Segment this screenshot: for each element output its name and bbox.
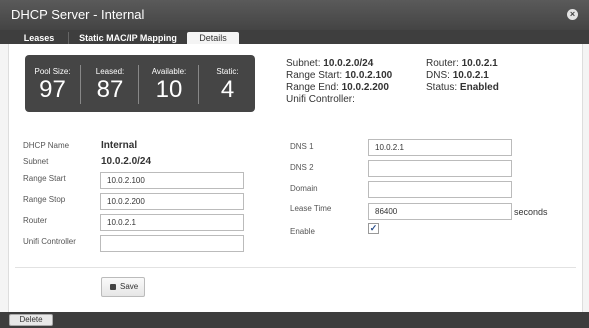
tab-leases[interactable]: Leases	[11, 32, 67, 44]
domain-label: Domain	[290, 184, 318, 193]
summary-value: 10.0.2.0/24	[323, 58, 374, 69]
summary-label: DNS:	[426, 70, 450, 81]
range-stop-input[interactable]	[100, 193, 244, 210]
close-icon[interactable]: ×	[567, 9, 578, 20]
dns2-label: DNS 2	[290, 163, 314, 172]
dhcp-name-label: DHCP Name	[23, 141, 70, 150]
range-start-label: Range Start	[23, 174, 66, 183]
unifi-controller-input[interactable]	[100, 235, 244, 252]
summary-value: 10.0.2.1	[452, 70, 489, 81]
window-title: DHCP Server - Internal	[11, 7, 145, 22]
dns1-label: DNS 1	[290, 142, 314, 151]
summary-left: Subnet: 10.0.2.0/24 Range Start: 10.0.2.…	[286, 58, 392, 106]
enable-label: Enable	[290, 227, 315, 236]
lease-time-unit: seconds	[514, 207, 548, 217]
summary-value: 10.0.2.200	[341, 82, 389, 93]
save-button-label: Save	[120, 282, 139, 291]
stat-static: Static: 4	[198, 65, 256, 104]
stat-label: Static:	[216, 67, 239, 76]
summary-router: Router: 10.0.2.1	[426, 58, 499, 70]
details-panel: Pool Size: 97 Leased: 87 Available: 10 S…	[8, 44, 583, 312]
stat-value: 10	[155, 76, 183, 103]
tab-static-mapping[interactable]: Static MAC/IP Mapping	[68, 32, 187, 44]
title-bar: DHCP Server - Internal ×	[0, 0, 589, 30]
tab-details[interactable]: Details	[187, 32, 239, 44]
summary-label: Subnet:	[286, 58, 321, 69]
summary-value: 10.0.2.100	[344, 70, 393, 81]
router-label: Router	[23, 216, 48, 225]
tab-bar: Leases Static MAC/IP Mapping Details	[0, 30, 589, 44]
summary-label: Status:	[426, 82, 458, 93]
summary-label: Range Start:	[286, 70, 343, 81]
delete-button[interactable]: Delete	[9, 314, 53, 326]
range-start-input[interactable]	[100, 172, 244, 189]
stat-label: Leased:	[95, 67, 125, 76]
subnet-label: Subnet	[23, 157, 49, 166]
range-stop-label: Range Stop	[23, 195, 66, 204]
summary-unifi: Unifi Controller:	[286, 94, 392, 106]
dns1-input[interactable]	[368, 139, 512, 156]
stat-value: 4	[220, 76, 235, 103]
summary-dns: DNS: 10.0.2.1	[426, 70, 499, 82]
enable-checkbox[interactable]: ✓	[368, 223, 379, 234]
stat-leased: Leased: 87	[80, 65, 139, 104]
footer-bar: Delete	[0, 312, 589, 328]
summary-value: 10.0.2.1	[461, 58, 498, 69]
stat-pool-size: Pool Size: 97	[25, 65, 80, 104]
lease-time-label: Lease Time	[290, 204, 332, 213]
stat-label: Pool Size:	[34, 67, 71, 76]
summary-range-end: Range End: 10.0.2.200	[286, 82, 392, 94]
unifi-controller-label: Unifi Controller	[23, 237, 76, 246]
domain-input[interactable]	[368, 181, 512, 198]
summary-status: Status: Enabled	[426, 82, 499, 94]
summary-right: Router: 10.0.2.1 DNS: 10.0.2.1 Status: E…	[426, 58, 499, 94]
save-icon	[110, 284, 116, 290]
stats-panel: Pool Size: 97 Leased: 87 Available: 10 S…	[25, 55, 255, 112]
stat-label: Available:	[151, 67, 187, 76]
summary-range-start: Range Start: 10.0.2.100	[286, 70, 392, 82]
summary-label: Unifi Controller:	[286, 94, 355, 105]
subnet-value: 10.0.2.0/24	[101, 156, 152, 167]
router-input[interactable]	[100, 214, 244, 231]
dhcp-name-value: Internal	[101, 140, 138, 151]
divider	[15, 267, 576, 268]
stat-value: 87	[96, 76, 124, 103]
summary-label: Range End:	[286, 82, 339, 93]
stat-available: Available: 10	[138, 65, 199, 104]
stat-value: 97	[39, 76, 66, 103]
save-button[interactable]: Save	[101, 277, 145, 297]
check-icon: ✓	[369, 223, 378, 233]
dns2-input[interactable]	[368, 160, 512, 177]
summary-value: Enabled	[459, 82, 499, 93]
lease-time-input[interactable]	[368, 203, 512, 220]
summary-subnet: Subnet: 10.0.2.0/24	[286, 58, 392, 70]
summary-label: Router:	[426, 58, 459, 69]
